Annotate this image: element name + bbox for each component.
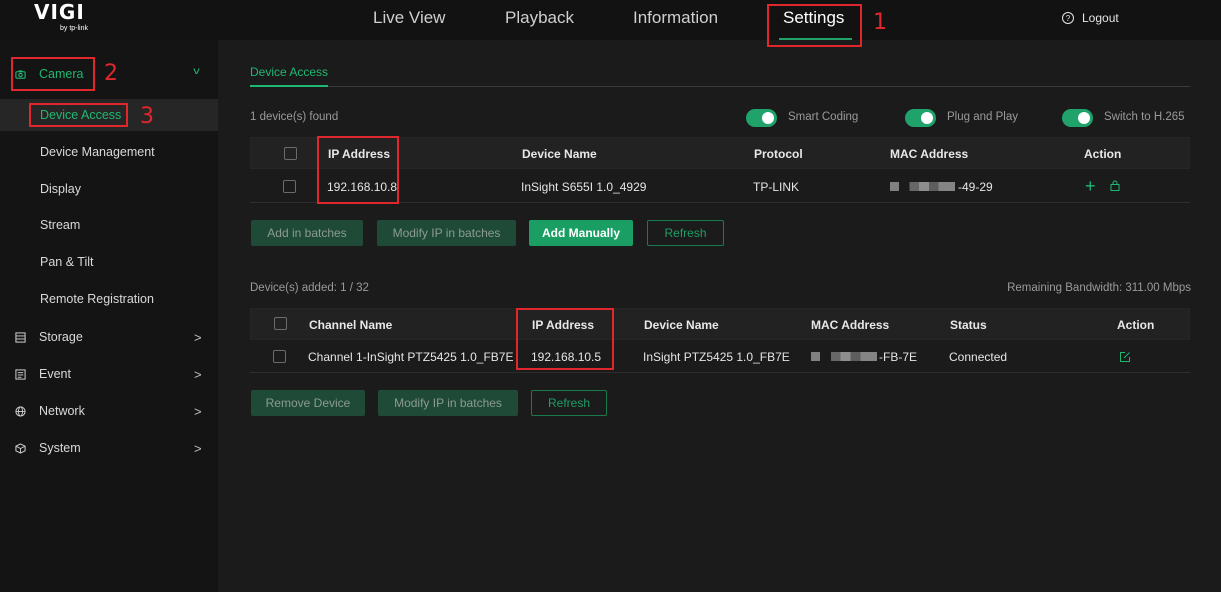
modify-ip-batches-button[interactable]: Modify IP in batches xyxy=(377,220,516,246)
col-mac-address: MAC Address xyxy=(811,318,890,332)
col-channel-name: Channel Name xyxy=(309,318,393,332)
annotation-box-found-ip xyxy=(317,136,399,204)
devices-found-count: 1 device(s) found xyxy=(250,111,339,123)
sidebar-subitem-stream[interactable]: Stream xyxy=(0,209,218,241)
sidebar-item-label: Event xyxy=(39,367,71,381)
top-bar: VIGI by tp-link Live View Playback Infor… xyxy=(0,0,1221,40)
row-channel-name: Channel 1-InSight PTZ5425 1.0_FB7E xyxy=(308,350,514,364)
row-checkbox[interactable] xyxy=(283,180,296,193)
event-icon xyxy=(15,369,26,380)
add-manually-button[interactable]: Add Manually xyxy=(529,220,633,246)
globe-icon xyxy=(15,406,26,417)
sidebar-item-system[interactable]: System > xyxy=(0,431,218,465)
sidebar-subitem-label: Device Management xyxy=(40,145,155,159)
col-action: Action xyxy=(1084,147,1122,161)
sidebar-subitem-device-management[interactable]: Device Management xyxy=(0,136,218,168)
chevron-right-icon: > xyxy=(194,441,202,456)
row-mac-suffix: -49-29 xyxy=(958,180,993,194)
lock-icon[interactable] xyxy=(1110,180,1120,191)
chevron-right-icon: > xyxy=(194,330,202,345)
smart-coding-toggle[interactable] xyxy=(746,109,777,127)
sidebar-item-storage[interactable]: Storage > xyxy=(0,320,218,354)
tab-information[interactable]: Information xyxy=(633,8,718,28)
sidebar-item-label: Storage xyxy=(39,330,83,344)
refresh-added-button[interactable]: Refresh xyxy=(531,390,607,416)
sidebar-item-event[interactable]: Event > xyxy=(0,357,218,391)
subtab-device-access[interactable]: Device Access xyxy=(250,65,328,79)
add-in-batches-button[interactable]: Add in batches xyxy=(251,220,363,246)
h265-label: Switch to H.265 xyxy=(1104,111,1185,123)
sidebar-subitem-label: Remote Registration xyxy=(40,292,154,306)
chevron-right-icon: > xyxy=(194,404,202,419)
modify-ip-batches-button[interactable]: Modify IP in batches xyxy=(378,390,518,416)
row-mac-suffix: -FB-7E xyxy=(879,350,918,364)
col-status: Status xyxy=(950,318,987,332)
annotation-number: 1 xyxy=(873,10,887,35)
annotation-box-added-ip xyxy=(516,308,614,370)
sidebar-item-label: System xyxy=(39,441,81,455)
smart-coding-label: Smart Coding xyxy=(788,111,859,123)
storage-icon xyxy=(15,332,26,343)
devices-added-count: Device(s) added: 1 / 32 xyxy=(250,282,369,294)
sidebar-subitem-pan-tilt[interactable]: Pan & Tilt xyxy=(0,246,218,278)
edit-icon[interactable] xyxy=(1119,351,1131,363)
row-checkbox[interactable] xyxy=(273,350,286,363)
plug-and-play-toggle[interactable] xyxy=(905,109,936,127)
col-device-name: Device Name xyxy=(522,147,597,161)
col-device-name: Device Name xyxy=(644,318,719,332)
annotation-box-settings xyxy=(767,4,862,47)
sidebar-subitem-display[interactable]: Display xyxy=(0,173,218,205)
app-root: VIGI by tp-link Live View Playback Infor… xyxy=(0,0,1221,592)
help-circle-icon: ? xyxy=(1062,12,1074,24)
annotation-box-device-access xyxy=(29,103,128,127)
vigi-logo: VIGI by tp-link xyxy=(34,0,104,38)
annotation-number: 3 xyxy=(140,104,154,129)
row-status: Connected xyxy=(949,350,1008,364)
col-action: Action xyxy=(1117,318,1155,332)
plug-and-play-label: Plug and Play xyxy=(947,111,1018,123)
row-device-name: InSight PTZ5425 1.0_FB7E xyxy=(643,350,790,364)
select-all-checkbox[interactable] xyxy=(284,147,297,160)
col-mac-address: MAC Address xyxy=(890,147,969,161)
table-row: Channel 1-InSight PTZ5425 1.0_FB7E 192.1… xyxy=(250,340,1190,373)
chevron-down-icon: v xyxy=(193,66,200,77)
logout-button[interactable]: ? Logout xyxy=(1062,11,1119,25)
remove-device-button[interactable]: Remove Device xyxy=(251,390,365,416)
subtab-divider xyxy=(250,86,1190,87)
remaining-bandwidth: Remaining Bandwidth: 311.00 Mbps xyxy=(1007,282,1191,294)
mac-redacted xyxy=(811,352,877,361)
row-device-name: InSight S655I 1.0_4929 xyxy=(521,180,647,194)
h265-toggle[interactable] xyxy=(1062,109,1093,127)
add-device-icon[interactable]: + xyxy=(1085,177,1096,195)
system-cube-icon xyxy=(15,443,26,454)
logo-text: VIGI xyxy=(34,0,85,24)
refresh-found-button[interactable]: Refresh xyxy=(647,220,724,246)
row-protocol: TP-LINK xyxy=(753,180,800,194)
tab-playback[interactable]: Playback xyxy=(505,8,574,28)
mac-redacted xyxy=(890,182,955,191)
select-all-checkbox[interactable] xyxy=(274,317,287,330)
tab-live-view[interactable]: Live View xyxy=(373,8,445,28)
sidebar-item-network[interactable]: Network > xyxy=(0,394,218,428)
sidebar-subitem-label: Pan & Tilt xyxy=(40,255,94,269)
logo-subtext: by tp-link xyxy=(60,25,89,32)
annotation-number: 2 xyxy=(104,61,118,86)
sidebar-subitem-label: Stream xyxy=(40,218,81,232)
added-table-header: Channel Name IP Address Device Name MAC … xyxy=(250,308,1190,340)
annotation-box-camera xyxy=(11,57,95,91)
sidebar-item-label: Network xyxy=(39,404,85,418)
sidebar-subitem-label: Display xyxy=(40,182,81,196)
chevron-right-icon: > xyxy=(194,367,202,382)
sidebar-subitem-remote-registration[interactable]: Remote Registration xyxy=(0,283,218,315)
logout-label: Logout xyxy=(1082,11,1119,25)
subtab-active-indicator xyxy=(250,85,328,87)
col-protocol: Protocol xyxy=(754,147,803,161)
